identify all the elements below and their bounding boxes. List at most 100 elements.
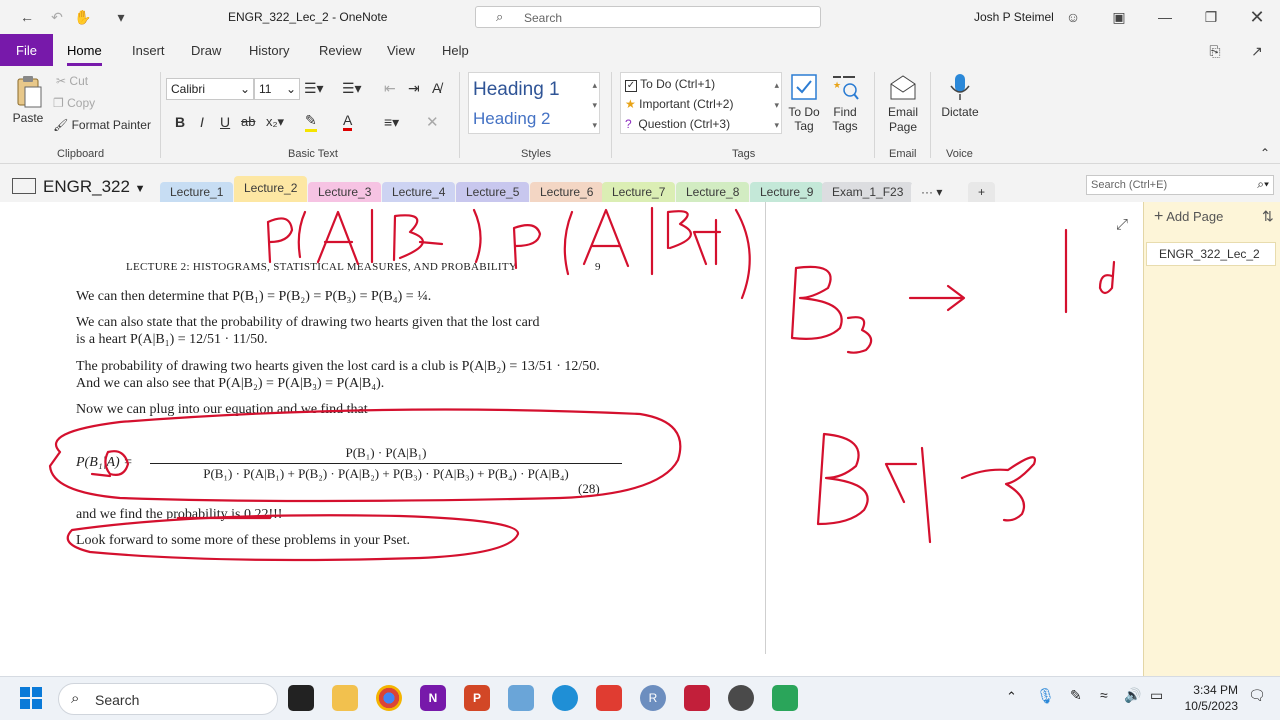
bold-icon[interactable]: B	[175, 114, 185, 130]
styles-gallery[interactable]: Heading 1 Heading 2 ▴ ▾ ▾	[468, 72, 600, 134]
find-tags-button[interactable]: ★ Find Tags	[828, 72, 862, 133]
bullets-icon[interactable]: ☰▾	[304, 80, 324, 97]
tab-section-lecture_2[interactable]: Lecture_2	[234, 176, 308, 202]
heading-2-style[interactable]: Heading 2	[473, 109, 551, 129]
highlight-icon[interactable]: ✎	[305, 112, 317, 132]
user-name[interactable]: Josh P Steimel	[974, 10, 1054, 24]
powerpoint-icon[interactable]: P	[464, 685, 490, 711]
page-canvas[interactable]: LECTURE 2: HISTOGRAMS, STATISTICAL MEASU…	[0, 202, 1143, 676]
windows-start-icon[interactable]	[20, 687, 42, 709]
tag-question[interactable]: ? Question (Ctrl+3)	[625, 117, 730, 131]
taskbar-search[interactable]: ⌕ Search	[58, 683, 278, 715]
font-color-icon[interactable]: A	[343, 112, 353, 131]
font-size-select[interactable]: 11 ⌄	[254, 78, 300, 100]
font-family-select[interactable]: Calibri ⌄	[166, 78, 254, 100]
paste-button[interactable]: Paste	[10, 74, 46, 125]
tab-section-lecture_3[interactable]: Lecture_3	[308, 182, 382, 202]
app-icon[interactable]	[772, 685, 798, 711]
notification-icon[interactable]: 🗨	[1248, 687, 1266, 704]
avatar-icon[interactable]: ☺	[1062, 6, 1084, 28]
title-search-box[interactable]: ⌕ Search	[475, 6, 821, 28]
tab-section-lecture_1[interactable]: Lecture_1	[160, 182, 234, 202]
cut-button[interactable]: ✂ Cut	[56, 74, 88, 88]
tab-section-lecture_5[interactable]: Lecture_5	[456, 182, 530, 202]
battery-icon[interactable]: ▭	[1150, 687, 1163, 704]
back-icon[interactable]: ←	[16, 6, 38, 28]
tab-section-lecture_6[interactable]: Lecture_6	[530, 182, 604, 202]
tray-chevron-icon[interactable]: ⌃	[1006, 689, 1017, 705]
tab-section-lecture_7[interactable]: Lecture_7	[602, 182, 676, 202]
dictate-button[interactable]: Dictate	[938, 72, 982, 119]
tags-scroll-icon[interactable]: ▴ ▾ ▾	[774, 75, 779, 135]
file-menu[interactable]: File	[0, 34, 53, 66]
tag-todo[interactable]: ✓ To Do (Ctrl+1)	[625, 77, 715, 92]
microphone-icon[interactable]: 🎙	[1036, 687, 1055, 705]
copy-label: Copy	[67, 96, 96, 110]
task-view-icon[interactable]	[288, 685, 314, 711]
customize-qat-icon[interactable]: ▾	[110, 6, 132, 28]
clock[interactable]: 3:34 PM 10/5/2023	[1180, 682, 1238, 714]
todo-tag-button[interactable]: To Do Tag	[786, 72, 822, 133]
align-icon[interactable]: ≡▾	[384, 114, 399, 131]
app-icon[interactable]	[508, 685, 534, 711]
tag-important[interactable]: ★ Important (Ctrl+2)	[625, 97, 733, 111]
clear-formatting-icon[interactable]: A̸	[432, 80, 441, 96]
page-search-input[interactable]: Search (Ctrl+E) ⌕▾	[1086, 175, 1274, 195]
tab-draw[interactable]: Draw	[191, 43, 221, 58]
edge-icon[interactable]	[552, 685, 578, 711]
notebook-view-icon[interactable]: ⎘	[1204, 40, 1226, 62]
copy-button[interactable]: ❐ Copy	[53, 96, 95, 110]
collapse-ribbon-icon[interactable]: ⌃	[1260, 146, 1270, 160]
tab-home[interactable]: Home	[67, 43, 102, 66]
volume-icon[interactable]: 🔊	[1124, 687, 1141, 704]
tab-insert[interactable]: Insert	[132, 43, 165, 58]
tab-section-lecture_9[interactable]: Lecture_9	[750, 182, 824, 202]
tab-section-lecture_4[interactable]: Lecture_4	[382, 182, 456, 202]
add-section-button[interactable]: +	[968, 182, 996, 202]
navigation-pane-icon[interactable]	[12, 178, 36, 194]
tags-gallery[interactable]: ✓ To Do (Ctrl+1) ★ Important (Ctrl+2) ? …	[620, 72, 782, 134]
close-icon[interactable]: ✕	[1246, 6, 1268, 28]
italic-icon[interactable]: I	[200, 114, 204, 130]
tab-review[interactable]: Review	[319, 43, 362, 58]
delete-icon[interactable]: ✕	[426, 113, 439, 131]
tab-section-exam_1_f23[interactable]: Exam_1_F23	[822, 182, 914, 202]
divider	[874, 72, 875, 158]
tab-section-lecture_8[interactable]: Lecture_8	[676, 182, 750, 202]
ribbon-display-icon[interactable]: ▣	[1108, 6, 1130, 28]
share-icon[interactable]: ↗	[1246, 40, 1268, 62]
file-explorer-icon[interactable]	[332, 685, 358, 711]
expand-icon[interactable]: ⤢	[1116, 216, 1128, 233]
heading-1-style[interactable]: Heading 1	[473, 79, 560, 101]
restore-icon[interactable]: ❐	[1200, 6, 1222, 28]
more-sections-button[interactable]: ··· ▾	[911, 182, 953, 202]
add-page-button[interactable]: + Add Page	[1154, 208, 1223, 226]
decrease-indent-icon[interactable]: ⇤	[384, 80, 396, 97]
app-icon[interactable]	[728, 685, 754, 711]
notebook-name[interactable]: ENGR_322 ▼	[43, 177, 146, 197]
strikethrough-icon[interactable]: ab	[241, 114, 255, 129]
touch-mode-icon[interactable]: ✋	[72, 6, 94, 28]
wifi-icon[interactable]: ≈	[1100, 687, 1108, 703]
subscript-icon[interactable]: x₂▾	[266, 114, 284, 130]
underline-icon[interactable]: U	[220, 114, 230, 130]
undo-icon[interactable]: ↶	[46, 6, 68, 28]
pen-icon[interactable]: ✎	[1070, 687, 1082, 704]
equation-lhs: P(B₁|A) =	[76, 455, 133, 470]
sort-icon[interactable]: ⇅	[1262, 208, 1274, 225]
chrome-icon[interactable]	[376, 685, 402, 711]
tab-help[interactable]: Help	[442, 43, 469, 58]
app-icon[interactable]	[684, 685, 710, 711]
page-item[interactable]: ENGR_322_Lec_2	[1146, 242, 1276, 266]
tab-view[interactable]: View	[387, 43, 415, 58]
onenote-icon[interactable]: N	[420, 685, 446, 711]
increase-indent-icon[interactable]: ⇥	[408, 80, 420, 97]
numbering-icon[interactable]: ☰▾	[342, 80, 362, 97]
tab-history[interactable]: History	[249, 43, 289, 58]
minimize-icon[interactable]: —	[1154, 6, 1176, 28]
email-page-button[interactable]: Email Page	[884, 72, 922, 135]
acrobat-icon[interactable]	[596, 685, 622, 711]
styles-scroll-icon[interactable]: ▴ ▾ ▾	[592, 75, 597, 135]
format-painter-button[interactable]: 🖌 Format Painter	[53, 118, 151, 132]
r-icon[interactable]: R	[640, 685, 666, 711]
